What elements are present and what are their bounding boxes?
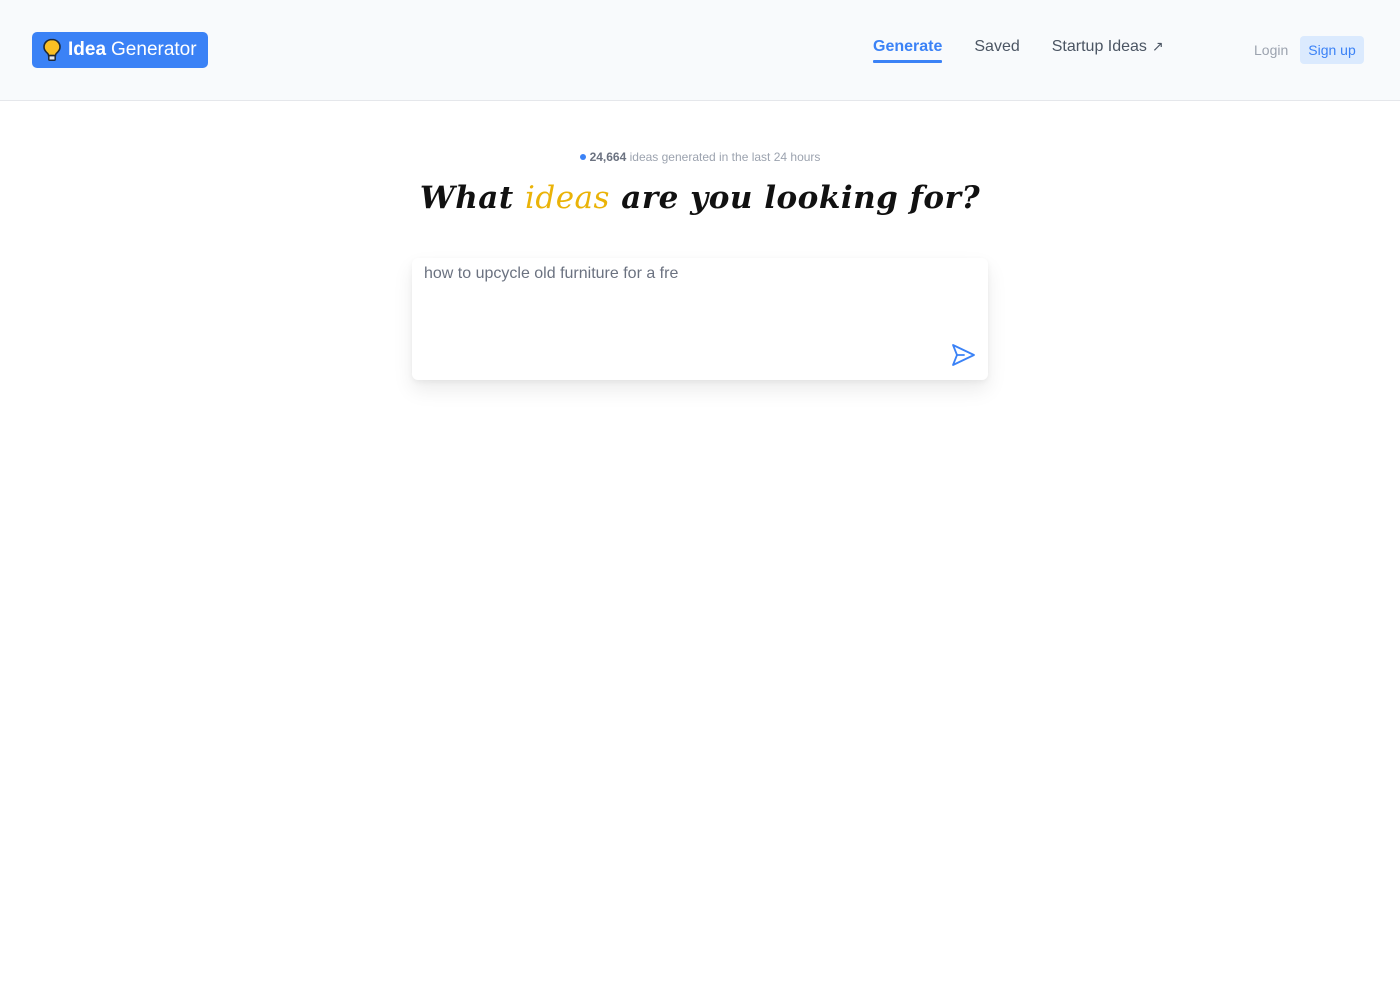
external-link-icon: ↗ — [1151, 38, 1164, 54]
nav-saved[interactable]: Saved — [974, 38, 1019, 60]
logo-text: Generator — [111, 39, 197, 60]
signup-button[interactable]: Sign up — [1300, 36, 1364, 64]
ideas-count: 24,664 — [589, 150, 627, 164]
idea-prompt-input[interactable] — [412, 258, 988, 380]
site-header: Idea Generator Generate Saved Startup Id… — [0, 0, 1400, 101]
headline-after: are you looking for? — [621, 180, 981, 216]
login-button[interactable]: Login — [1246, 36, 1296, 64]
send-button[interactable] — [950, 342, 976, 368]
headline-accent: ideas — [524, 180, 610, 216]
idea-prompt-card — [412, 258, 988, 380]
nav-generate[interactable]: Generate — [873, 38, 943, 63]
main-nav: Generate Saved Startup Ideas ↗ — [873, 38, 1196, 63]
logo-text-bold: Idea — [68, 39, 107, 60]
logo-home-link[interactable]: Idea Generator — [32, 32, 208, 68]
lightbulb-icon — [42, 38, 62, 62]
live-dot-icon — [579, 153, 586, 160]
send-icon — [952, 344, 975, 366]
nav-startup-ideas[interactable]: Startup Ideas ↗ — [1052, 38, 1164, 60]
nav-startup-ideas-label: Startup Ideas — [1051, 38, 1147, 55]
ideas-count-text: ideas generated in the last 24 hours — [629, 150, 821, 164]
headline-before: What — [419, 180, 514, 216]
auth-controls: Login Sign up — [1246, 36, 1364, 64]
ideas-counter: 24,664 ideas generated in the last 24 ho… — [0, 150, 1400, 164]
page-headline: What ideas are you looking for? — [0, 180, 1400, 216]
